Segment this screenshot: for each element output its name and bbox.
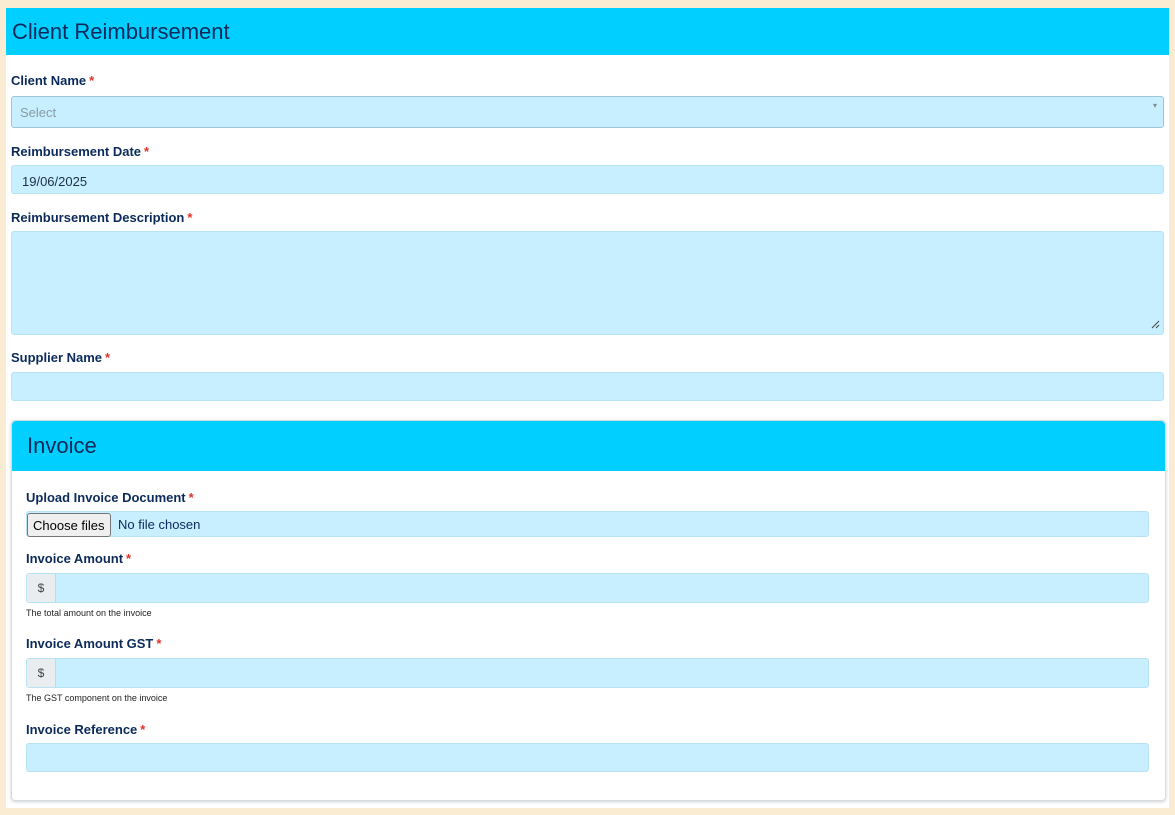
- invoice-reference-input[interactable]: [26, 743, 1149, 772]
- invoice-card: Invoice Upload Invoice Document * Choose …: [11, 420, 1166, 801]
- supplier-name-label: Supplier Name *: [11, 350, 110, 365]
- invoice-amount-gst-input[interactable]: $: [26, 658, 1149, 688]
- required-marker: *: [126, 551, 132, 566]
- client-name-placeholder: Select: [20, 105, 57, 120]
- invoice-amount-help: The total amount on the invoice: [26, 608, 152, 618]
- invoice-reference-label-text: Invoice Reference: [26, 722, 138, 737]
- reimbursement-date-label-text: Reimbursement Date: [11, 144, 142, 159]
- invoice-amount-gst-label-text: Invoice Amount GST: [26, 636, 154, 651]
- upload-invoice-input[interactable]: Choose files No file chosen: [26, 511, 1149, 537]
- invoice-section-title: Invoice: [12, 421, 1165, 471]
- reimbursement-description-label-text: Reimbursement Description: [11, 210, 185, 225]
- reimbursement-description-label: Reimbursement Description *: [11, 210, 192, 225]
- required-marker: *: [105, 350, 111, 365]
- upload-invoice-label: Upload Invoice Document *: [26, 490, 194, 505]
- currency-prefix: $: [27, 574, 56, 602]
- invoice-amount-input[interactable]: $: [26, 573, 1149, 603]
- invoice-amount-label: Invoice Amount *: [26, 551, 131, 566]
- reimbursement-date-input[interactable]: 19/06/2025: [11, 165, 1164, 194]
- supplier-name-label-text: Supplier Name: [11, 350, 103, 365]
- file-status-text: No file chosen: [118, 517, 201, 532]
- reimbursement-form: Client Reimbursement Client Name * Select…: [6, 8, 1169, 808]
- reimbursement-date-value: 19/06/2025: [22, 174, 88, 189]
- currency-prefix: $: [27, 659, 56, 687]
- resize-handle-icon[interactable]: [1150, 319, 1160, 332]
- reimbursement-date-label: Reimbursement Date *: [11, 144, 149, 159]
- required-marker: *: [188, 490, 194, 505]
- required-marker: *: [89, 73, 95, 88]
- invoice-amount-gst-help: The GST component on the invoice: [26, 693, 168, 703]
- required-marker: *: [144, 144, 150, 159]
- required-marker: *: [187, 210, 193, 225]
- invoice-amount-label-text: Invoice Amount: [26, 551, 124, 566]
- chevron-down-icon: ▾: [1152, 101, 1157, 110]
- invoice-amount-gst-label: Invoice Amount GST *: [26, 636, 161, 651]
- reimbursement-description-textarea[interactable]: [11, 231, 1164, 335]
- required-marker: *: [156, 636, 162, 651]
- upload-invoice-label-text: Upload Invoice Document: [26, 490, 186, 505]
- choose-files-button[interactable]: Choose files: [27, 513, 111, 537]
- client-name-label-text: Client Name: [11, 73, 87, 88]
- invoice-reference-label: Invoice Reference *: [26, 722, 145, 737]
- client-name-label: Client Name *: [11, 73, 94, 88]
- page-title: Client Reimbursement: [6, 8, 1169, 55]
- client-name-select[interactable]: Select ▾: [11, 96, 1164, 128]
- supplier-name-input[interactable]: [11, 372, 1164, 401]
- required-marker: *: [140, 722, 146, 737]
